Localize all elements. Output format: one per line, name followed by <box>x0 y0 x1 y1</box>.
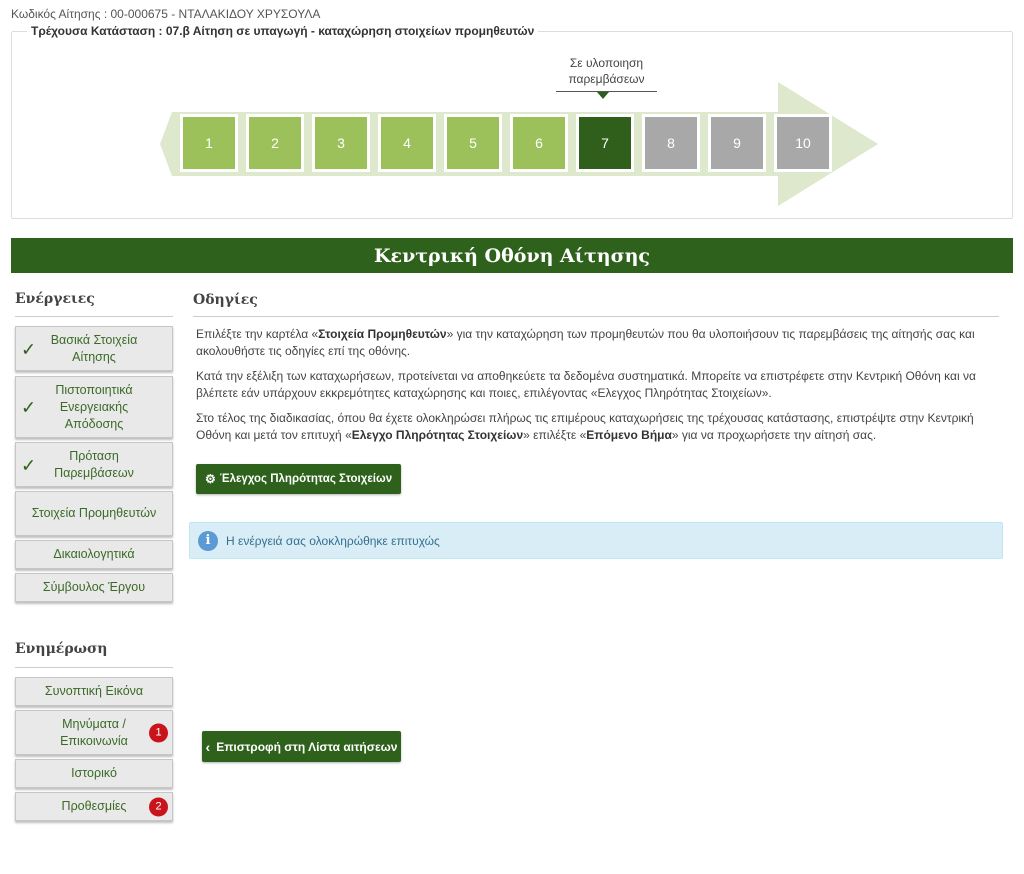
sidebar-item-label: Συνοπτική Εικόνα <box>44 684 144 698</box>
current-status-label: Τρέχουσα Κατάσταση : 07.β Αίτηση σε υπαγ… <box>27 24 539 38</box>
step-7: 7 <box>576 114 634 172</box>
status-panel: Τρέχουσα Κατάσταση : 07.β Αίτηση σε υπαγ… <box>11 24 1013 219</box>
checkmark-icon: ✓ <box>21 338 37 359</box>
current-step-pointer-icon <box>597 92 609 99</box>
sidebar-item-overview[interactable]: Συνοπτική Εικόνα <box>15 677 173 706</box>
emphasis-next-step: Επόμενο Βήμα <box>586 428 672 442</box>
info-divider <box>15 667 173 668</box>
step-8: 8 <box>642 114 700 172</box>
deadlines-count-badge: 2 <box>149 797 168 816</box>
messages-count-badge: 1 <box>149 723 168 742</box>
sidebar-item-documents[interactable]: Δικαιολογητικά <box>15 540 173 569</box>
emphasis-suppliers: Στοιχεία Προμηθευτών <box>318 327 447 341</box>
step-6: 6 <box>510 114 568 172</box>
instructions-divider <box>193 316 999 317</box>
text-fragment: » επιλέξτε « <box>523 428 587 442</box>
current-step-label-line1: Σε υλοποιηση <box>569 56 644 70</box>
chevron-left-icon: ‹ <box>205 738 211 755</box>
sidebar-item-label: Ιστορικό <box>71 766 117 780</box>
instructions-paragraph-1: Επιλέξτε την καρτέλα «Στοιχεία Προμηθευτ… <box>196 326 996 360</box>
sidebar-item-label: Προθεσμίες <box>61 799 127 813</box>
sidebar-item-basic-info[interactable]: ✓ Βασικά Στοιχεία Αίτησης <box>15 326 173 371</box>
back-to-list-label: Επιστροφή στη Λίστα αιτήσεων <box>216 739 398 754</box>
sidebar-item-label: Βασικά Στοιχεία Αίτησης <box>50 332 138 364</box>
step-1: 1 <box>180 114 238 172</box>
emphasis-completeness-check: Ελεγχο Πληρότητας Στοιχείων <box>351 428 524 442</box>
success-alert: i Η ενέργειά σας ολοκληρώθηκε επιτυχώς <box>189 522 1003 559</box>
actions-divider <box>15 316 173 317</box>
text-fragment: » για να προχωρήσετε την αίτησή σας. <box>671 428 877 442</box>
sidebar-item-project-advisor[interactable]: Σύμβουλος Έργου <box>15 573 173 602</box>
step-4: 4 <box>378 114 436 172</box>
success-alert-text: Η ενέργειά σας ολοκληρώθηκε επιτυχώς <box>226 533 440 548</box>
sidebar-item-label: Πρόταση Παρεμβάσεων <box>54 448 134 480</box>
sidebar-item-suppliers[interactable]: Στοιχεία Προμηθευτών <box>15 491 173 536</box>
instructions-heading: Οδηγίες <box>193 292 258 308</box>
sidebar-item-deadlines[interactable]: Προθεσμίες 2 <box>15 792 173 821</box>
text-fragment: Επιλέξτε την καρτέλα « <box>196 327 319 341</box>
step-3: 3 <box>312 114 370 172</box>
checkmark-icon: ✓ <box>21 397 37 418</box>
back-to-list-button[interactable]: ‹ Επιστροφή στη Λίστα αιτήσεων <box>202 731 401 762</box>
checkmark-icon: ✓ <box>21 454 37 475</box>
gear-icon: ⚙ <box>205 472 216 486</box>
info-icon: i <box>198 530 218 551</box>
page-title: Κεντρική Οθόνη Αίτησης <box>11 238 1013 273</box>
current-step-label: Σε υλοποιηση παρεμβάσεων <box>556 55 657 87</box>
application-code-line: Κωδικός Αίτησης : 00-000675 - ΝΤΑΛΑΚΙΔΟΥ… <box>11 7 321 21</box>
actions-heading: Ενέργειες <box>15 291 95 307</box>
sidebar-item-label: Δικαιολογητικά <box>53 547 135 561</box>
sidebar-item-interventions-proposal[interactable]: ✓ Πρόταση Παρεμβάσεων <box>15 442 173 487</box>
completeness-check-button[interactable]: ⚙ Έλεγχος Πληρότητας Στοιχείων <box>196 464 402 494</box>
step-5: 5 <box>444 114 502 172</box>
step-10: 10 <box>774 114 832 172</box>
current-step-label-line2: παρεμβάσεων <box>568 72 645 86</box>
instructions-paragraph-2: Κατά την εξέλιξη των καταχωρήσεων, προτε… <box>196 369 976 400</box>
step-2: 2 <box>246 114 304 172</box>
progress-steps: 1 2 3 4 5 6 7 8 9 10 <box>180 114 840 172</box>
completeness-check-label: Έλεγχος Πληρότητας Στοιχείων <box>219 473 393 485</box>
sidebar-item-history[interactable]: Ιστορικό <box>15 759 173 788</box>
instructions-paragraph-3: Στο τέλος της διαδικασίας, όπου θα έχετε… <box>196 410 996 444</box>
sidebar-item-energy-certificates[interactable]: ✓ Πιστοποιητικά Ενεργειακής Απόδοσης <box>15 376 173 438</box>
sidebar-item-label: Στοιχεία Προμηθευτών <box>31 506 157 520</box>
info-heading: Ενημέρωση <box>15 641 108 657</box>
sidebar-item-label: Σύμβουλος Έργου <box>42 580 146 594</box>
step-9: 9 <box>708 114 766 172</box>
sidebar-item-messages[interactable]: Μηνύματα / Επικοινωνία 1 <box>15 710 173 755</box>
sidebar-item-label: Πιστοποιητικά Ενεργειακής Απόδοσης <box>55 382 133 431</box>
sidebar-item-label: Μηνύματα / Επικοινωνία <box>60 716 128 748</box>
